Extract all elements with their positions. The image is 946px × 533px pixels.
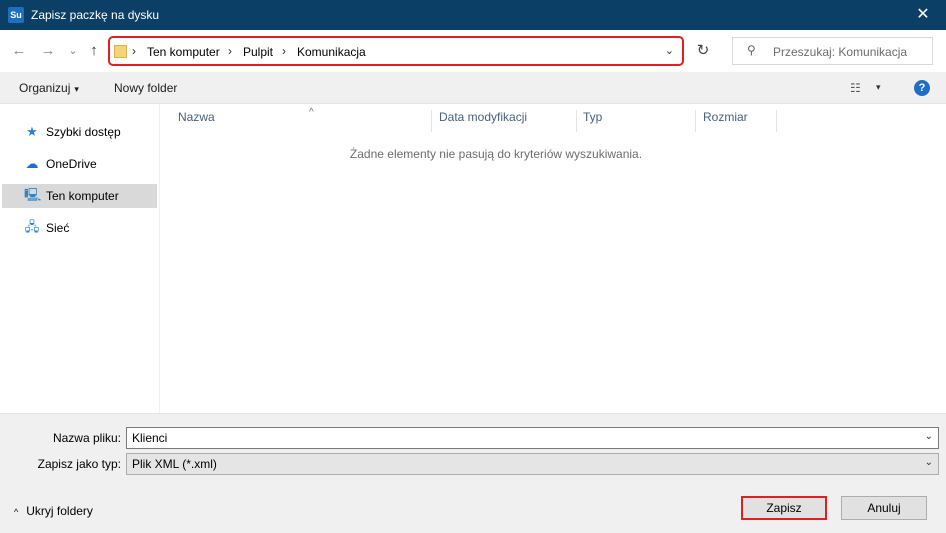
computer-icon: 🖳 [24, 188, 42, 203]
empty-folder-message: Żadne elementy nie pasują do kryteriów w… [349, 147, 643, 161]
sort-ascending-icon: ^ [309, 107, 314, 118]
organize-label: Organizuj [19, 81, 71, 95]
column-header-type[interactable]: Typ [577, 110, 696, 132]
caret-up-icon: ^ [14, 507, 19, 517]
breadcrumb-separator: › [282, 44, 286, 58]
sidebar-item-label: OneDrive [46, 157, 97, 171]
sidebar-item-label: Szybki dostęp [46, 125, 121, 139]
filetype-value: Plik XML (*.xml) [132, 457, 217, 471]
network-icon: 🖧 [24, 220, 40, 235]
chevron-down-icon[interactable]: ⌄ [925, 457, 933, 468]
column-header-size[interactable]: Rozmiar [697, 110, 777, 132]
save-form: Nazwa pliku: Klienci ⌄ Zapisz jako typ: … [0, 413, 946, 533]
close-icon[interactable]: ✕ [900, 0, 946, 30]
breadcrumb-this-pc[interactable]: Ten komputer [147, 45, 220, 59]
file-list[interactable]: Nazwa ^ Data modyfikacji Typ Rozmiar Żad… [160, 104, 946, 413]
save-button[interactable]: Zapisz [741, 496, 827, 520]
chevron-down-icon[interactable]: ⌄ [925, 431, 933, 442]
new-folder-button[interactable]: Nowy folder [114, 81, 177, 95]
refresh-icon[interactable]: ↻ [692, 40, 714, 62]
breadcrumb-separator: › [132, 44, 136, 58]
caret-down-icon[interactable]: ▾ [876, 82, 881, 93]
folder-icon [114, 45, 127, 58]
filetype-label: Zapisz jako typ: [37, 457, 121, 471]
cloud-icon: ☁ [25, 156, 39, 171]
sidebar-item-network[interactable]: 🖧 Sieć [2, 216, 157, 240]
filetype-select[interactable]: Plik XML (*.xml) ⌄ [126, 453, 939, 475]
organize-button[interactable]: Organizuj ▾ [19, 81, 79, 95]
cancel-button[interactable]: Anuluj [841, 496, 927, 520]
caret-down-icon: ▾ [74, 84, 79, 94]
sidebar-item-label: Sieć [46, 221, 70, 235]
column-header-name[interactable]: Nazwa ^ [172, 107, 432, 132]
search-placeholder: Przeszukaj: Komunikacja [773, 45, 908, 59]
filename-label: Nazwa pliku: [52, 431, 121, 445]
hide-folders-label: Ukryj foldery [26, 504, 93, 518]
chevron-down-icon[interactable]: ⌄ [665, 44, 674, 57]
breadcrumb-separator: › [228, 44, 232, 58]
app-icon: Su [8, 7, 24, 23]
sidebar-item-this-pc[interactable]: 🖳 Ten komputer [2, 184, 157, 208]
breadcrumb-komunikacja[interactable]: Komunikacja [297, 45, 366, 59]
column-label: Nazwa [178, 110, 215, 124]
title-bar: Su Zapisz paczkę na dysku ✕ [0, 0, 946, 30]
address-bar[interactable]: › Ten komputer › Pulpit › Komunikacja ⌄ [108, 36, 684, 66]
breadcrumb-desktop[interactable]: Pulpit [243, 45, 273, 59]
column-header-date[interactable]: Data modyfikacji [433, 110, 577, 132]
forward-arrow-icon[interactable]: → [37, 40, 59, 62]
help-icon[interactable]: ? [914, 80, 930, 96]
recent-locations-icon[interactable]: ⌄ [62, 40, 84, 62]
search-box[interactable]: ⚲ Przeszukaj: Komunikacja [732, 37, 933, 65]
up-arrow-icon[interactable]: ↑ [83, 40, 105, 62]
filename-value: Klienci [132, 431, 168, 445]
back-arrow-icon[interactable]: ← [8, 40, 30, 62]
window-title: Zapisz paczkę na dysku [31, 8, 160, 22]
sidebar-item-quick-access[interactable]: ★ Szybki dostęp [2, 120, 157, 144]
sidebar-item-onedrive[interactable]: ☁ OneDrive [2, 152, 157, 176]
navigation-pane: ★ Szybki dostęp ☁ OneDrive 🖳 Ten kompute… [0, 104, 160, 413]
star-icon: ★ [26, 124, 38, 139]
view-options-icon[interactable]: ☷ [850, 81, 861, 95]
sidebar-item-label: Ten komputer [46, 189, 119, 203]
filename-input[interactable]: Klienci ⌄ [126, 427, 939, 449]
hide-folders-toggle[interactable]: ^ Ukryj foldery [14, 504, 93, 518]
search-icon: ⚲ [747, 43, 756, 57]
command-toolbar: Organizuj ▾ Nowy folder ☷ ▾ ? [0, 72, 946, 104]
navigation-bar: ← → ⌄ ↑ › Ten komputer › Pulpit › Komuni… [0, 30, 946, 72]
